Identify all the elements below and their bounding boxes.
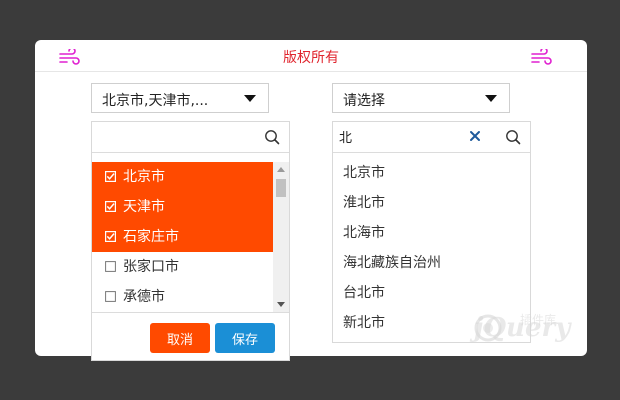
search-icon[interactable]: [264, 129, 280, 145]
save-button[interactable]: 保存: [215, 323, 275, 353]
list-item[interactable]: 张家口市: [92, 252, 273, 282]
scroll-thumb[interactable]: [276, 179, 286, 197]
watermark-subtext: 插件库: [520, 312, 556, 327]
list-item-label: 新北市: [343, 315, 385, 331]
scrollbar[interactable]: [273, 162, 289, 312]
list-item-label: 承德市: [123, 289, 165, 305]
clear-icon[interactable]: [469, 130, 481, 142]
list-item[interactable]: 承德市: [92, 282, 273, 312]
left-button-row: 取消 保存: [92, 312, 289, 359]
list-item-label: 海北藏族自治州: [343, 255, 441, 271]
cancel-button[interactable]: 取消: [150, 323, 210, 353]
right-search-input[interactable]: [339, 126, 469, 146]
list-item[interactable]: 石家庄市: [92, 222, 273, 252]
list-item[interactable]: 淮北市: [333, 188, 530, 218]
scroll-up-arrow-icon[interactable]: [277, 167, 285, 172]
left-select-value: 北京市,天津市,...: [102, 93, 209, 109]
list-item-label: 石家庄市: [123, 229, 179, 245]
list-item-label: 台北市: [343, 285, 385, 301]
caret-down-icon: [485, 95, 497, 102]
jquery-watermark-logo: jQuery 插件库: [469, 312, 572, 343]
search-icon[interactable]: [505, 129, 521, 145]
checkbox-checked-icon: [105, 231, 116, 242]
caret-down-icon: [244, 95, 256, 102]
left-dropdown-panel: 北京市 天津市 石家庄市 张家口市 承德市 取消 保存: [91, 121, 290, 361]
left-search-row: [92, 122, 289, 153]
list-item[interactable]: 北京市: [333, 158, 530, 188]
right-select[interactable]: 请选择: [332, 83, 510, 113]
list-item-label: 北京市: [343, 165, 385, 181]
right-search-row: [333, 122, 530, 153]
list-item-label: 北海市: [343, 225, 385, 241]
list-item[interactable]: 天津市: [92, 192, 273, 222]
checkbox-unchecked-icon: [105, 291, 116, 302]
checkbox-unchecked-icon: [105, 261, 116, 272]
list-item-label: 淮北市: [343, 195, 385, 211]
left-search-input[interactable]: [98, 126, 228, 146]
list-item[interactable]: 北京市: [92, 162, 273, 192]
right-select-value: 请选择: [343, 93, 385, 109]
list-item[interactable]: 北海市: [333, 218, 530, 248]
wind-icon: [531, 49, 552, 65]
checkbox-checked-icon: [105, 201, 116, 212]
checkbox-checked-icon: [105, 171, 116, 182]
left-select[interactable]: 北京市,天津市,...: [91, 83, 269, 113]
list-item-label: 天津市: [123, 199, 165, 215]
list-item-label: 北京市: [123, 169, 165, 185]
list-item-label: 张家口市: [123, 259, 179, 275]
title-bar: 版权所有: [35, 40, 587, 72]
list-item[interactable]: 海北藏族自治州: [333, 248, 530, 278]
scroll-down-arrow-icon[interactable]: [277, 302, 285, 307]
page-title: 版权所有: [283, 50, 339, 66]
